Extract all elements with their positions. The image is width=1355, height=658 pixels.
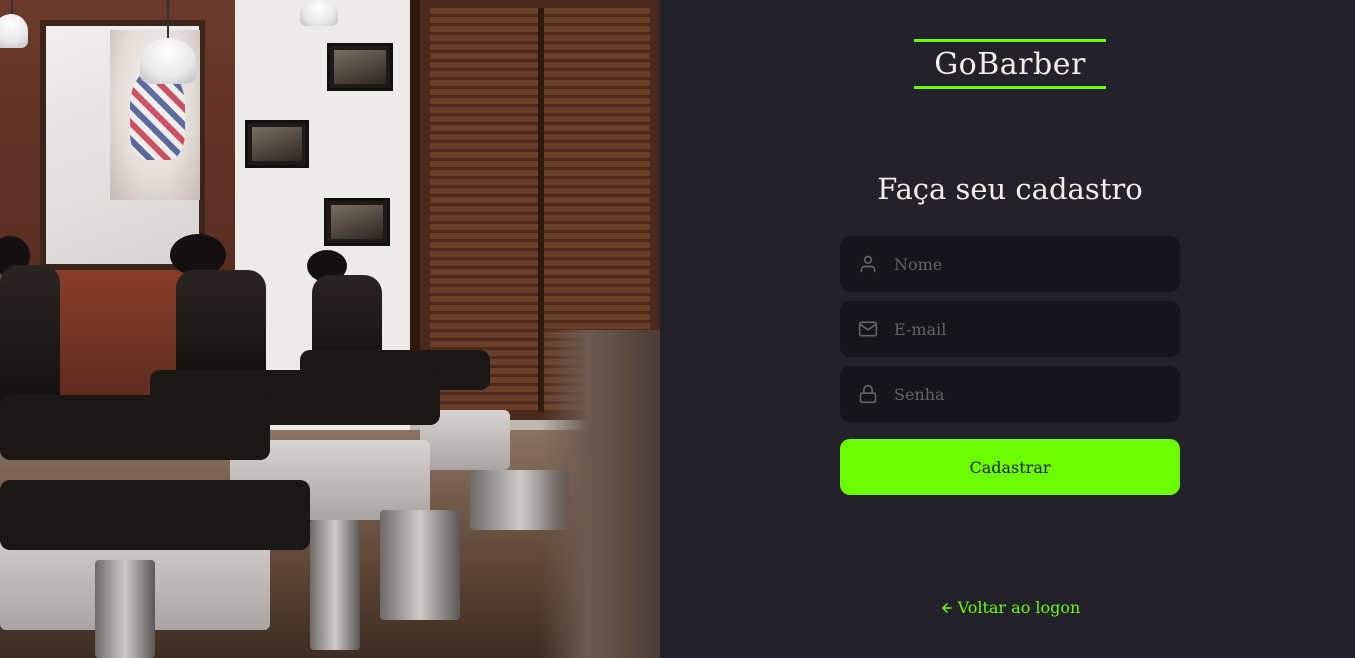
- pendant-lamp: [0, 14, 28, 48]
- arrow-left-icon: [940, 601, 954, 615]
- back-to-logon-link[interactable]: Voltar ao logon: [840, 598, 1180, 617]
- name-input[interactable]: [894, 236, 1180, 292]
- lock-icon: [858, 384, 878, 404]
- email-input[interactable]: [894, 301, 1180, 357]
- wall-picture-frame: [327, 43, 393, 91]
- pendant-lamp: [300, 0, 338, 26]
- pendant-lamp: [140, 38, 196, 84]
- mail-icon: [858, 319, 878, 339]
- back-link-label: Voltar ao logon: [957, 598, 1081, 617]
- email-field[interactable]: [840, 301, 1180, 357]
- wall-picture-frame: [324, 198, 390, 246]
- barbershop-hero-image: [0, 0, 660, 658]
- gobarber-logo: GoBarber: [914, 39, 1106, 89]
- password-field[interactable]: [840, 366, 1180, 422]
- submit-button[interactable]: Cadastrar: [840, 439, 1180, 495]
- password-input[interactable]: [894, 366, 1180, 422]
- user-icon: [858, 254, 878, 274]
- form-title: Faça seu cadastro: [877, 172, 1143, 206]
- wall-picture-frame: [245, 120, 309, 168]
- name-field[interactable]: [840, 236, 1180, 292]
